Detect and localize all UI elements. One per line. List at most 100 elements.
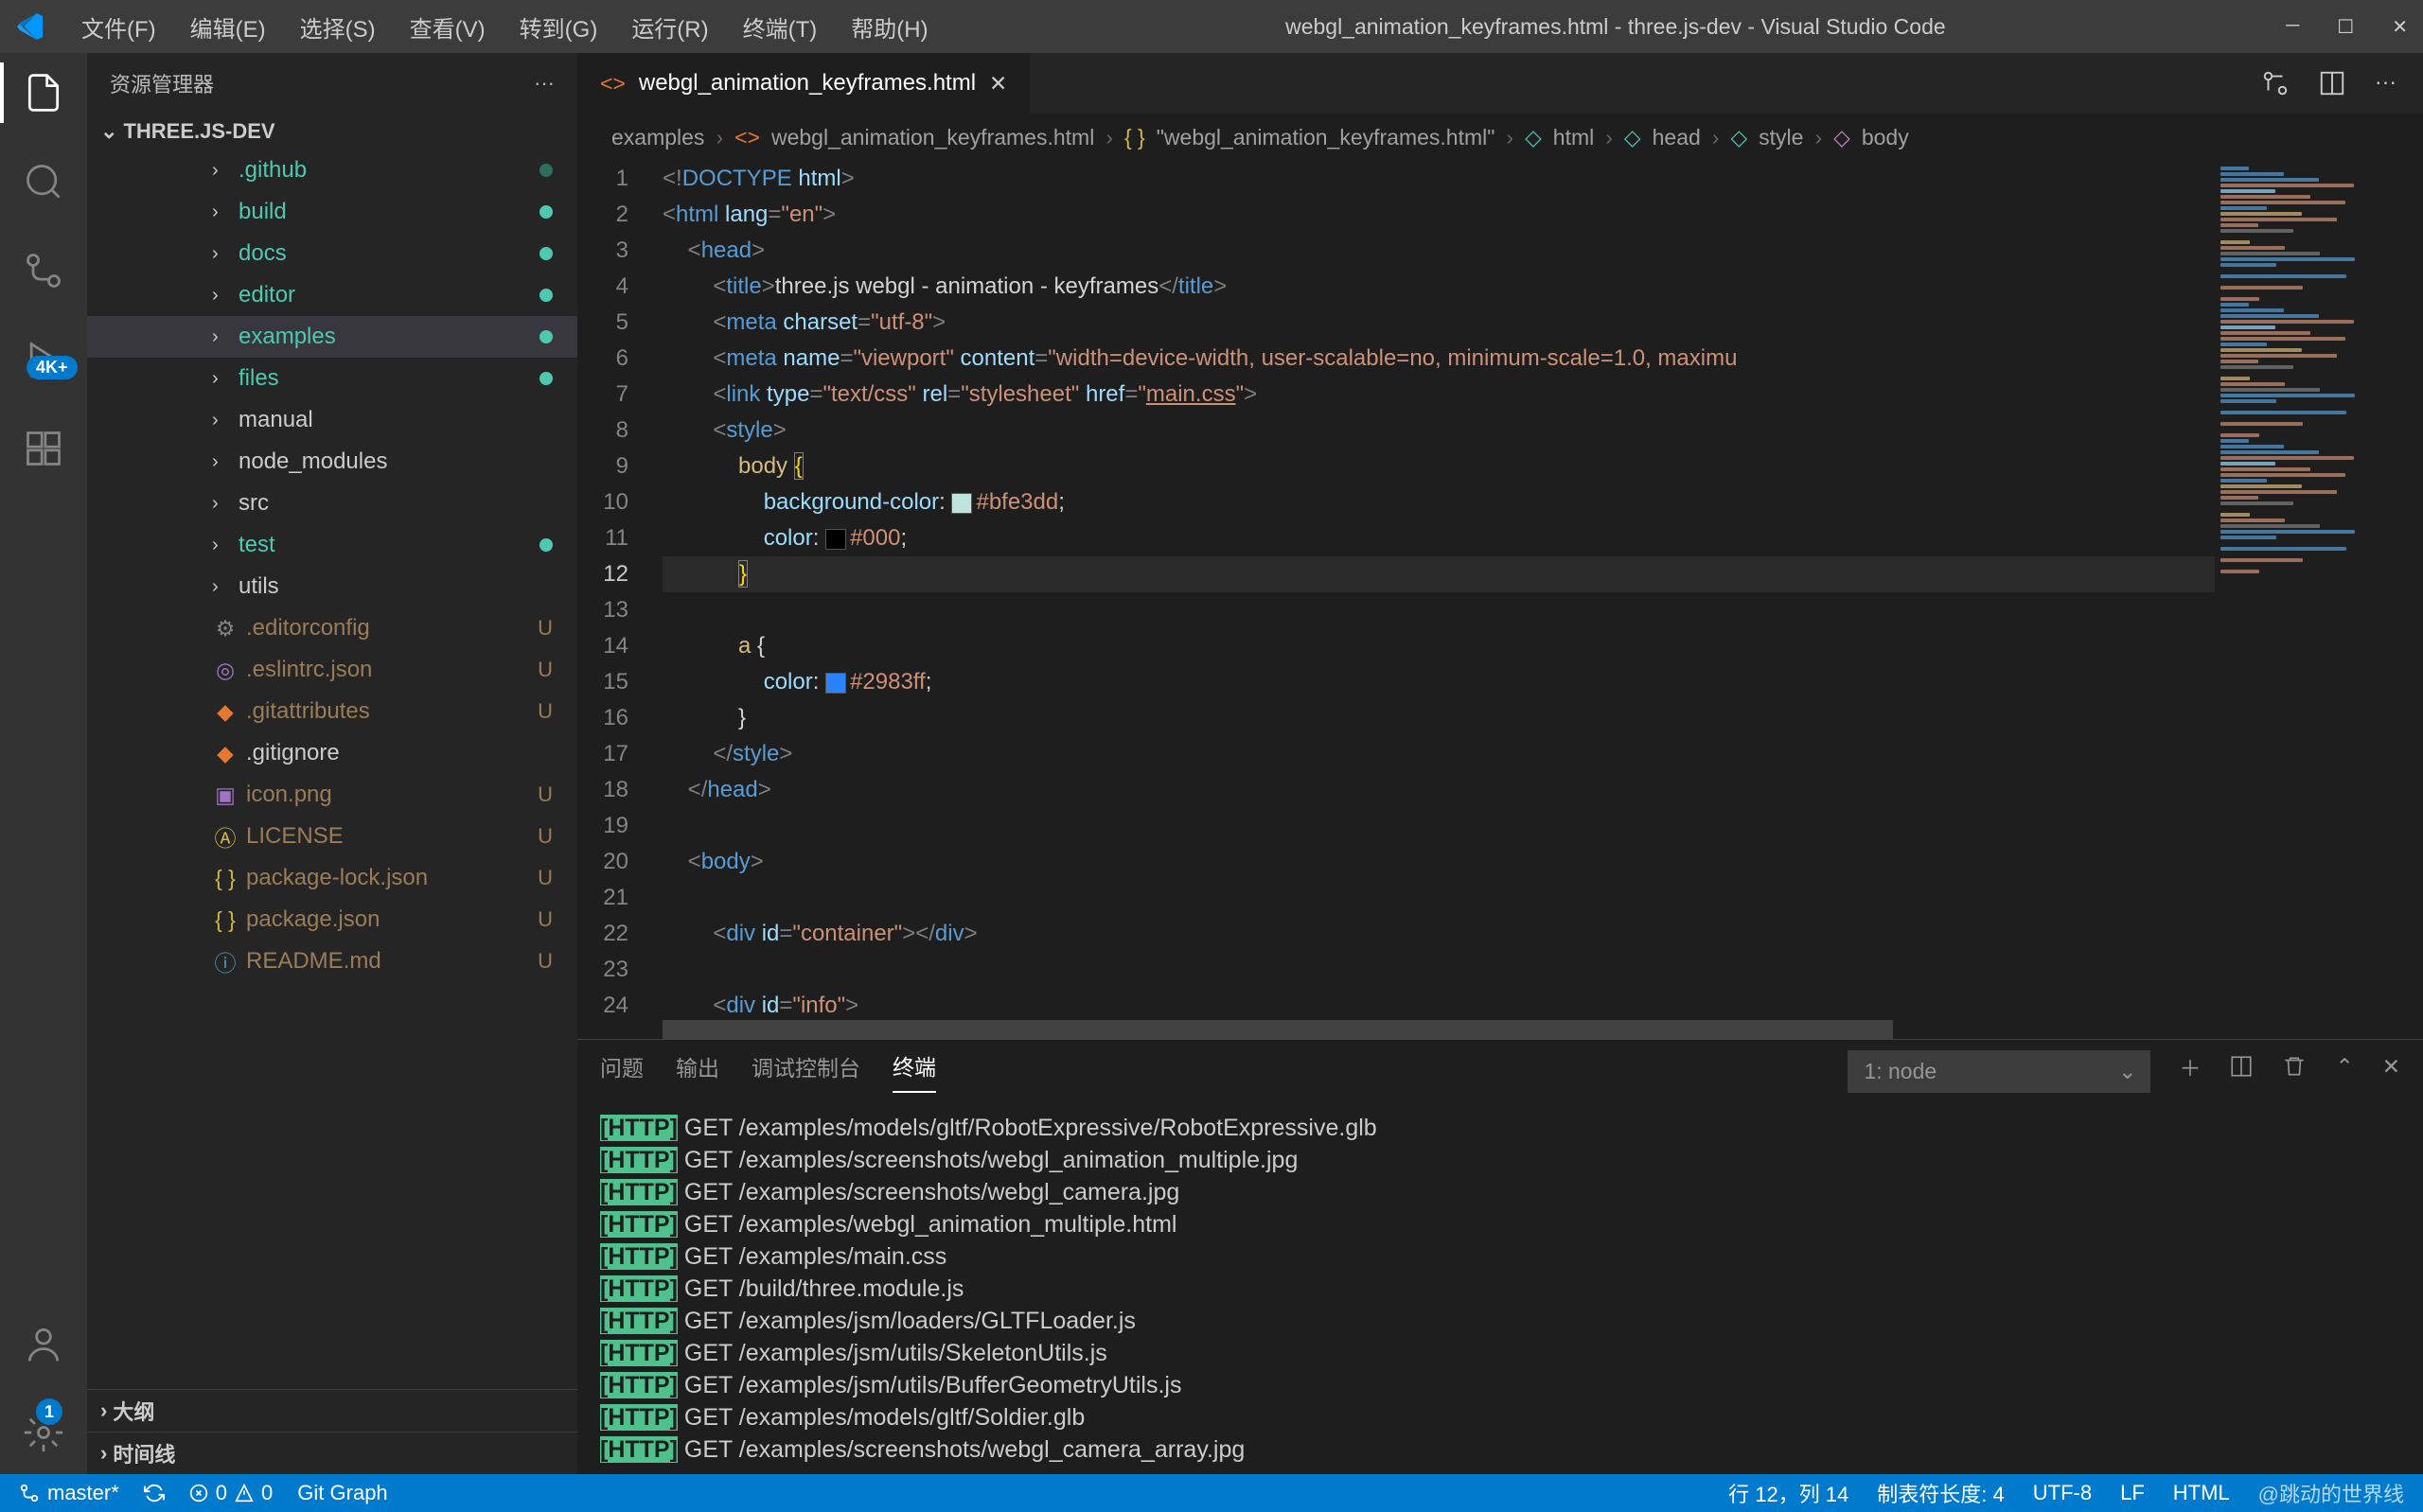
more-icon[interactable]: ··· (534, 71, 555, 96)
feedback-icon[interactable]: @跳动的世界线 (2258, 1478, 2404, 1508)
accounts-icon[interactable] (21, 1321, 66, 1366)
panel-tab-problems[interactable]: 问题 (600, 1050, 644, 1092)
minimize-button[interactable]: ─ (2286, 15, 2299, 39)
tree-item-build[interactable]: ›build (87, 191, 577, 233)
maximize-button[interactable]: ☐ (2337, 15, 2354, 39)
tab-active[interactable]: <> webgl_animation_keyframes.html ✕ (577, 53, 1031, 114)
modified-dot (539, 330, 553, 343)
tree-item-test[interactable]: ›test (87, 524, 577, 566)
editor-body[interactable]: 123456789101112131415161718192021222324 … (577, 161, 2423, 1039)
language-mode[interactable]: HTML (2173, 1481, 2230, 1505)
menu-view[interactable]: 查看(V) (393, 5, 503, 49)
menu-edit[interactable]: 编辑(E) (173, 5, 283, 49)
window-title: webgl_animation_keyframes.html - three.j… (946, 14, 2287, 40)
tab-size[interactable]: 制表符长度: 4 (1877, 1478, 2004, 1508)
tree-item-LICENSE[interactable]: ⒶLICENSEU (87, 816, 577, 857)
tree-item-label: README.md (246, 948, 381, 975)
tree-item-examples[interactable]: ›examples (87, 316, 577, 358)
source-control-badge: 4K+ (27, 356, 78, 379)
breadcrumbs[interactable]: examples› <> webgl_animation_keyframes.h… (577, 114, 2423, 161)
breadcrumb-item[interactable]: head (1653, 125, 1701, 150)
encoding[interactable]: UTF-8 (2033, 1481, 2092, 1505)
panel-tab-output[interactable]: 输出 (676, 1050, 719, 1092)
breadcrumb-item[interactable]: style (1759, 125, 1803, 150)
code-content[interactable]: <!DOCTYPE html><html lang="en"> <head> <… (663, 161, 2215, 1039)
breadcrumb-item[interactable]: webgl_animation_keyframes.html (771, 125, 1094, 150)
horizontal-scrollbar[interactable] (663, 1020, 1893, 1039)
chevron-right-icon: › (212, 326, 239, 348)
breadcrumb-item[interactable]: html (1553, 125, 1594, 150)
terminal-select[interactable]: 1: node ⌄ (1848, 1050, 2150, 1093)
branch-label: master* (47, 1481, 119, 1505)
terminal-line: [HTTP] GET /build/three.module.js (600, 1273, 2400, 1305)
source-control-icon[interactable] (21, 248, 66, 293)
timeline-label: 时间线 (113, 1438, 175, 1468)
close-tab-icon[interactable]: ✕ (989, 71, 1007, 97)
tree-item-src[interactable]: ›src (87, 483, 577, 524)
modified-dot (539, 247, 553, 260)
outline-section[interactable]: › 大纲 (87, 1389, 577, 1432)
tree-item-utils[interactable]: ›utils (87, 566, 577, 607)
new-terminal-icon[interactable]: ＋ (2179, 1050, 2201, 1092)
tree-item-docs[interactable]: ›docs (87, 233, 577, 274)
explorer-icon[interactable] (21, 70, 66, 115)
eol[interactable]: LF (2120, 1481, 2145, 1505)
close-panel-icon[interactable]: ✕ (2382, 1054, 2400, 1089)
tree-item-label: manual (239, 407, 313, 433)
tree-item-README-md[interactable]: ⓘREADME.mdU (87, 941, 577, 982)
tree-item--editorconfig[interactable]: ⚙.editorconfigU (87, 607, 577, 649)
tree-item-label: files (239, 365, 279, 392)
tree-root[interactable]: ⌄ THREE.JS-DEV (87, 114, 577, 149)
compare-icon[interactable] (2261, 69, 2290, 97)
split-terminal-icon[interactable] (2229, 1054, 2254, 1088)
breadcrumb-item[interactable]: "webgl_animation_keyframes.html" (1157, 125, 1495, 150)
modified-dot (539, 205, 553, 219)
git-graph-button[interactable]: Git Graph (297, 1481, 387, 1505)
menu-go[interactable]: 转到(G) (503, 5, 615, 49)
chevron-right-icon: › (212, 285, 239, 307)
panel-tab-debug[interactable]: 调试控制台 (752, 1050, 860, 1092)
minimap[interactable] (2215, 161, 2423, 1039)
extensions-icon[interactable] (21, 426, 66, 471)
tree-item-files[interactable]: ›files (87, 358, 577, 399)
branch-status[interactable]: master* (19, 1481, 119, 1505)
tree-item-icon-png[interactable]: ▣icon.pngU (87, 774, 577, 816)
sync-status[interactable] (144, 1483, 165, 1503)
tree-item-editor[interactable]: ›editor (87, 274, 577, 316)
timeline-section[interactable]: › 时间线 (87, 1432, 577, 1474)
breadcrumb-item[interactable]: examples (611, 125, 704, 150)
tree-item-label: .gitattributes (246, 698, 370, 725)
file-icon: ◆ (212, 741, 239, 766)
problems-status[interactable]: 0 0 (189, 1481, 274, 1505)
tree-item-label: node_modules (239, 448, 387, 475)
tree-item--eslintrc-json[interactable]: ◎.eslintrc.jsonU (87, 649, 577, 691)
untracked-mark: U (538, 699, 553, 724)
menu-run[interactable]: 运行(R) (614, 5, 725, 49)
search-icon[interactable] (21, 159, 66, 204)
menu-help[interactable]: 帮助(H) (834, 5, 945, 49)
terminal-output[interactable]: [HTTP] GET /examples/models/gltf/RobotEx… (577, 1102, 2423, 1474)
breadcrumb-item[interactable]: body (1862, 125, 1909, 150)
tree-item-manual[interactable]: ›manual (87, 399, 577, 441)
menu-selection[interactable]: 选择(S) (283, 5, 393, 49)
cursor-position[interactable]: 行 12，列 14 (1728, 1478, 1848, 1508)
maximize-panel-icon[interactable]: ⌃ (2335, 1054, 2353, 1089)
panel-tab-terminal[interactable]: 终端 (893, 1049, 936, 1093)
menu-file[interactable]: 文件(F) (64, 5, 173, 49)
editor-group: <> webgl_animation_keyframes.html ✕ ··· … (577, 53, 2423, 1474)
menu-terminal[interactable]: 终端(T) (726, 5, 835, 49)
tree-item-package-lock-json[interactable]: { }package-lock.jsonU (87, 857, 577, 899)
line-numbers: 123456789101112131415161718192021222324 (577, 161, 663, 1039)
tree-item--github[interactable]: ›.github (87, 149, 577, 191)
terminal-line: [HTTP] GET /examples/jsm/utils/BufferGeo… (600, 1369, 2400, 1401)
split-editor-icon[interactable] (2318, 69, 2346, 97)
tree-item-package-json[interactable]: { }package.jsonU (87, 899, 577, 941)
more-actions-icon[interactable]: ··· (2375, 69, 2396, 97)
tree-item--gitattributes[interactable]: ◆.gitattributesU (87, 691, 577, 732)
tree-item--gitignore[interactable]: ◆.gitignore (87, 732, 577, 774)
kill-terminal-icon[interactable] (2282, 1054, 2307, 1088)
tag-icon: ◇ (1833, 125, 1850, 150)
tree-item-node_modules[interactable]: ›node_modules (87, 441, 577, 483)
close-button[interactable]: ✕ (2392, 15, 2408, 39)
warnings-count: 0 (261, 1481, 273, 1505)
